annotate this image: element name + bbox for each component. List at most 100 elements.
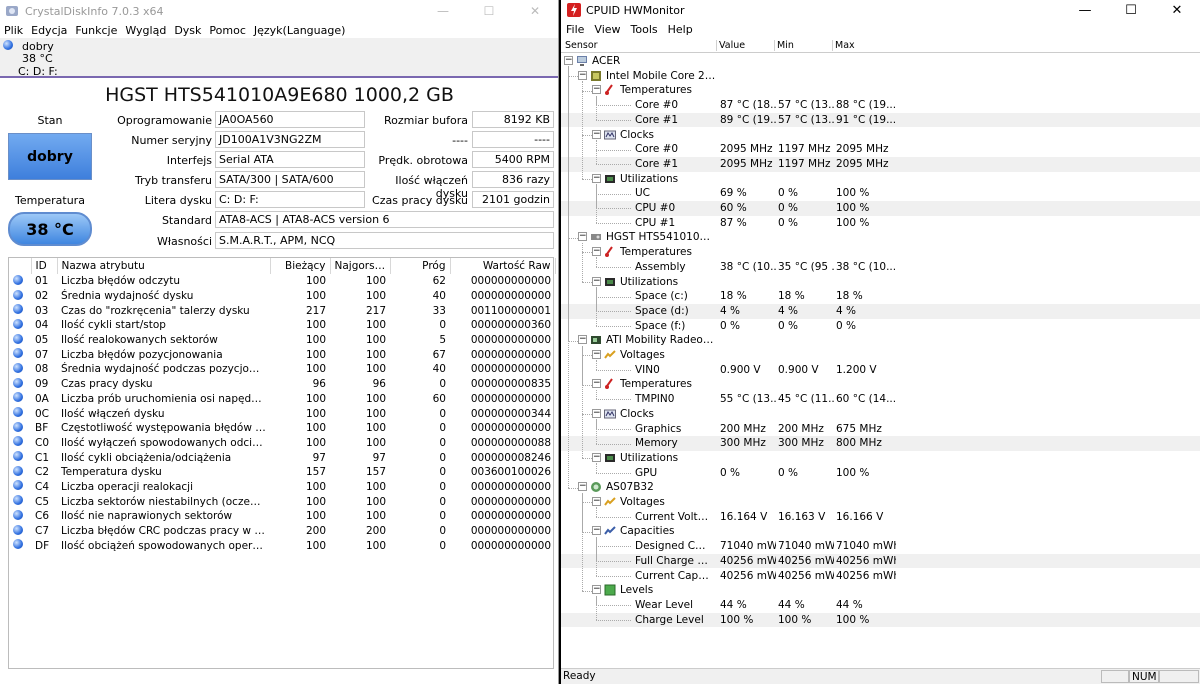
col-current[interactable]: Bieżący — [270, 258, 331, 274]
smart-row[interactable]: C0 Ilość wyłączeń spowodowanych odcięciem… — [9, 436, 555, 451]
sensor-group-row[interactable]: − Levels — [561, 583, 1200, 598]
collapse-toggle-icon[interactable]: − — [592, 526, 601, 536]
collapse-toggle-icon[interactable]: − — [578, 70, 587, 80]
sensor-group-row[interactable]: − Utilizations — [561, 275, 1200, 290]
sensor-reading-row[interactable]: Space (d:) 4 % 4 % 4 % — [561, 303, 1200, 319]
sensor-reading-row[interactable]: Space (f:) 0 % 0 % 0 % — [561, 319, 1200, 334]
sensor-group-row[interactable]: − Voltages — [561, 495, 1200, 510]
sensor-group-row[interactable]: − Capacities — [561, 524, 1200, 539]
cdi-menu-pomoc[interactable]: Pomoc — [209, 24, 245, 37]
sensor-reading-row[interactable]: Core #0 2095 MHz 1197 MHz 2095 MHz — [561, 142, 1200, 157]
temperature-status-button[interactable]: 38 °C — [8, 212, 92, 246]
sensor-reading-row[interactable]: Core #1 89 °C (19... 57 °C (13... 91 °C (19… — [561, 112, 1200, 128]
col-worst[interactable]: Najgorszy — [330, 258, 391, 274]
sensor-reading-row[interactable]: TMPIN0 55 °C (13... 45 °C (11... 60 °C (14.… — [561, 392, 1200, 407]
collapse-toggle-icon[interactable]: − — [578, 232, 587, 242]
smart-row[interactable]: 07 Liczba błędów pozycjonowania 100 100 67 00… — [9, 347, 555, 362]
sensor-reading-row[interactable]: CPU #1 87 % 0 % 100 % — [561, 216, 1200, 231]
hwm-menu-tools[interactable]: Tools — [631, 23, 658, 36]
collapse-toggle-icon[interactable]: − — [578, 335, 587, 345]
hwm-menu-help[interactable]: Help — [668, 23, 693, 36]
col-threshold[interactable]: Próg — [390, 258, 451, 274]
sensor-reading-row[interactable]: Assembly 38 °C (10...35 °C (95 ...38 °C (… — [561, 260, 1200, 275]
sensor-reading-row[interactable]: Memory 300 MHz 300 MHz 800 MHz — [561, 436, 1200, 451]
cdi-maximize-button[interactable]: ☐ — [466, 4, 512, 18]
sensor-group-row[interactable]: − Clocks — [561, 407, 1200, 422]
cdi-menu-funkcje[interactable]: Funkcje — [75, 24, 117, 37]
smart-row[interactable]: C6 Ilość nie naprawionych sektorów 100 100 0… — [9, 509, 555, 524]
smart-row[interactable]: C1 Ilość cykli obciążenia/odciążenia 97 97 0… — [9, 450, 555, 465]
smart-row[interactable]: 03 Czas do "rozkręcenia" talerzy dysku 217… — [9, 303, 555, 318]
sensor-group-row[interactable]: − AS07B32 — [561, 480, 1200, 495]
collapse-toggle-icon[interactable]: − — [592, 379, 601, 389]
collapse-toggle-icon[interactable]: − — [592, 173, 601, 183]
sensor-reading-row[interactable]: UC 69 % 0 % 100 % — [561, 186, 1200, 201]
hwm-col-value[interactable]: Value — [716, 40, 774, 51]
sensor-reading-row[interactable]: Core #1 2095 MHz 1197 MHz 2095 MHz — [561, 156, 1200, 172]
smart-row[interactable]: 09 Czas pracy dysku 96 96 0 000000000835 — [9, 377, 555, 392]
disk-selector-tab[interactable]: dobry 38 °C C: D: F: — [0, 38, 558, 78]
sensor-reading-row[interactable]: VIN0 0.900 V 0.900 V 1.200 V — [561, 363, 1200, 378]
collapse-toggle-icon[interactable]: − — [592, 452, 601, 462]
hwm-col-sensor[interactable]: Sensor — [563, 40, 598, 51]
cdi-minimize-button[interactable]: — — [420, 4, 466, 18]
sensor-group-row[interactable]: − HGST HTS541010A9E6... — [561, 230, 1200, 245]
smart-row[interactable]: 05 Ilość realokowanych sektorów 100 100 5 000… — [9, 333, 555, 348]
hwm-col-min[interactable]: Min — [774, 40, 832, 51]
sensor-group-row[interactable]: − Intel Mobile Core 2 Du... — [561, 69, 1200, 84]
collapse-toggle-icon[interactable]: − — [564, 56, 573, 65]
sensor-group-row[interactable]: − Clocks — [561, 128, 1200, 143]
smart-row[interactable]: 08 Średnia wydajność podczas pozycjonowan… — [9, 362, 555, 377]
sensor-group-row[interactable]: − Utilizations — [561, 172, 1200, 187]
hwm-minimize-button[interactable]: — — [1062, 3, 1108, 18]
smart-row[interactable]: 0C Ilość włączeń dysku 100 100 0 000000000344 — [9, 406, 555, 421]
col-raw-value[interactable]: Wartość Raw — [450, 258, 556, 274]
collapse-toggle-icon[interactable]: − — [592, 129, 601, 139]
sensor-reading-row[interactable]: Wear Level 44 % 44 % 44 % — [561, 598, 1200, 613]
collapse-toggle-icon[interactable]: − — [592, 350, 601, 359]
smart-row[interactable]: C5 Liczba sektorów niestabilnych (oczekuj… — [9, 494, 555, 509]
smart-row[interactable]: BF Częstotliwość występowania błędów spow… — [9, 421, 555, 436]
sensor-reading-row[interactable]: Charge Level 100 % 100 % 100 % — [561, 612, 1200, 628]
sensor-group-row[interactable]: − Temperatures — [561, 245, 1200, 260]
col-id[interactable]: ID — [31, 258, 58, 274]
collapse-toggle-icon[interactable]: − — [592, 585, 601, 595]
sensor-group-row[interactable]: − Temperatures — [561, 377, 1200, 392]
smart-row[interactable]: DF Ilość obciążeń spowodowanych operacjam… — [9, 538, 555, 553]
sensor-reading-row[interactable]: Current Capacity40256 mWh40256 mWh40256 … — [561, 569, 1200, 584]
smart-row[interactable]: C2 Temperatura dysku 157 157 0 003600100026 — [9, 465, 555, 480]
sensor-group-row[interactable]: − Utilizations — [561, 451, 1200, 466]
cdi-menu-plik[interactable]: Plik — [4, 24, 23, 37]
sensor-reading-row[interactable]: Graphics 200 MHz 200 MHz 675 MHz — [561, 422, 1200, 437]
hwm-col-max[interactable]: Max — [832, 40, 892, 51]
sensor-group-row[interactable]: − ATI Mobility Radeon H... — [561, 333, 1200, 348]
sensor-reading-row[interactable]: CPU #0 60 % 0 % 100 % — [561, 201, 1200, 216]
collapse-toggle-icon[interactable]: − — [592, 85, 601, 95]
smart-row[interactable]: 01 Liczba błędów odczytu 100 100 62 000000000… — [9, 274, 555, 289]
sensor-group-row[interactable]: − ACER — [561, 54, 1200, 69]
sensor-reading-row[interactable]: Designed Capa...71040 mWh71040 mWh71040 … — [561, 539, 1200, 554]
smart-row[interactable]: 04 Ilość cykli start/stop 100 100 0 000000000… — [9, 318, 555, 333]
col-attribute-name[interactable]: Nazwa atrybutu — [57, 258, 271, 274]
collapse-toggle-icon[interactable]: − — [578, 482, 587, 492]
cdi-menu-edycja[interactable]: Edycja — [31, 24, 67, 37]
smart-row[interactable]: 0A Liczba prób uruchomienia osi napędowej… — [9, 392, 555, 407]
cdi-close-button[interactable]: ✕ — [512, 4, 558, 18]
collapse-toggle-icon[interactable]: − — [592, 408, 601, 418]
smart-row[interactable]: C7 Liczba błędów CRC podczas pracy w tryb… — [9, 524, 555, 539]
sensor-group-row[interactable]: − Voltages — [561, 348, 1200, 363]
sensor-reading-row[interactable]: Current Voltage 16.164 V 16.163 V 16.166 V — [561, 510, 1200, 525]
sensor-group-row[interactable]: − Temperatures — [561, 83, 1200, 98]
hwm-menu-file[interactable]: File — [566, 23, 584, 36]
collapse-toggle-icon[interactable]: − — [592, 247, 601, 257]
collapse-toggle-icon[interactable]: − — [592, 276, 601, 286]
hwm-menu-view[interactable]: View — [594, 23, 620, 36]
cdi-menu-wyglad[interactable]: Wygląd — [125, 24, 166, 37]
smart-row[interactable]: C4 Liczba operacji realokacji 100 100 0 00000… — [9, 480, 555, 495]
cdi-menu-language[interactable]: Język(Language) — [254, 24, 346, 37]
sensor-reading-row[interactable]: Full Charge Cap...40256 mWh40256 mWh4025… — [561, 553, 1200, 569]
health-status-button[interactable]: dobry — [8, 133, 92, 180]
sensor-reading-row[interactable]: GPU 0 % 0 % 100 % — [561, 466, 1200, 481]
sensor-reading-row[interactable]: Core #0 87 °C (18... 57 °C (13... 88 °C (19… — [561, 98, 1200, 113]
sensor-reading-row[interactable]: Space (c:) 18 % 18 % 18 % — [561, 289, 1200, 304]
